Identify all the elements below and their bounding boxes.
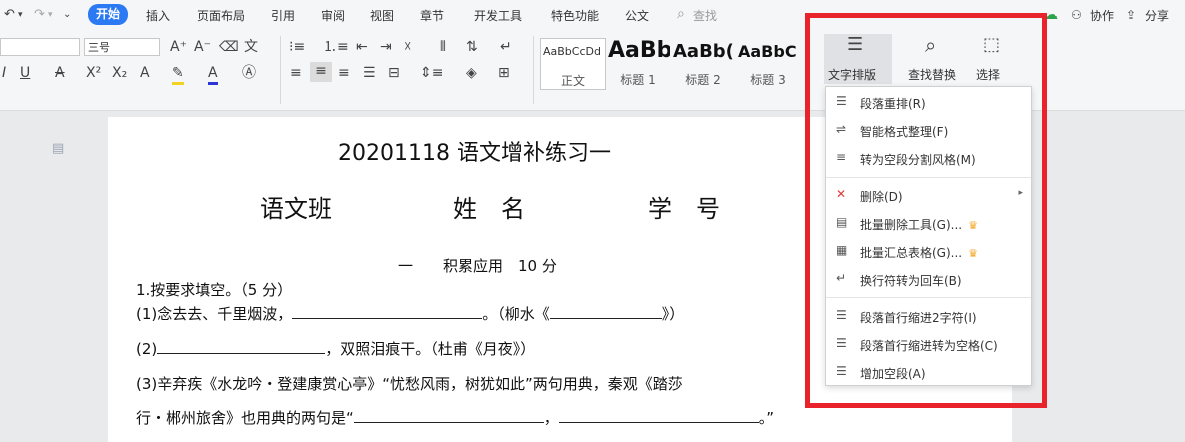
distribute-icon[interactable]: ⊟	[388, 64, 400, 82]
style-heading-3[interactable]: AaBbC 标题 3	[736, 38, 800, 88]
show-marks-icon[interactable]: ↵	[500, 38, 512, 56]
style-name: 标题 3	[750, 73, 786, 87]
name-field: 姓 名	[453, 195, 525, 223]
style-name: 正文	[560, 74, 585, 88]
tab-special-features[interactable]: 特色功能	[551, 7, 599, 24]
student-id-field: 学 号	[648, 195, 720, 223]
question-1-2: (2) ，双照泪痕干。（杜甫《月夜》）	[136, 338, 535, 359]
page-title: 20201118 语文增补练习一	[338, 141, 611, 166]
line-spacing-icon[interactable]: ⇕≡	[420, 64, 443, 82]
strikethrough-icon[interactable]: A	[55, 64, 65, 82]
highlight-color-icon[interactable]: ✎	[172, 64, 184, 85]
shading-icon[interactable]: ◈	[466, 64, 477, 82]
collab-button[interactable]: 协作	[1090, 7, 1114, 24]
undo-dropdown-icon[interactable]: ▾	[18, 6, 23, 24]
answer-blank[interactable]	[353, 421, 544, 423]
subscript-icon[interactable]: X₂	[112, 64, 127, 82]
style-sample: AaBbC	[738, 42, 797, 61]
tab-insert[interactable]: 插入	[146, 7, 170, 24]
more-dropdown-icon[interactable]: ⌄	[63, 6, 71, 24]
increase-indent-icon[interactable]: ⇥	[380, 38, 392, 56]
font-name-select[interactable]	[0, 38, 80, 56]
answer-blank[interactable]	[558, 421, 759, 423]
clear-format-icon[interactable]: ⌫	[219, 38, 239, 56]
tab-developer[interactable]: 开发工具	[474, 7, 522, 24]
char-border-icon[interactable]: Ⓐ	[242, 64, 256, 82]
grow-font-icon[interactable]: A⁺	[170, 38, 187, 56]
tab-chapter[interactable]: 章节	[420, 7, 444, 24]
class-field: 语文班	[260, 195, 332, 223]
tab-review[interactable]: 审阅	[321, 7, 345, 24]
tab-reference[interactable]: 引用	[271, 7, 295, 24]
style-sample: AaBb(	[673, 41, 734, 62]
style-name: 标题 2	[685, 73, 721, 87]
phonetic-guide-icon[interactable]: 文	[244, 38, 258, 56]
share-button[interactable]: 分享	[1145, 7, 1169, 24]
share-icon[interactable]: ⇪	[1126, 6, 1136, 24]
search-input[interactable]: 查找	[693, 7, 717, 24]
justify-icon[interactable]: ☰	[363, 64, 376, 82]
superscript-icon[interactable]: X²	[86, 64, 101, 82]
answer-blank[interactable]	[292, 317, 483, 319]
border-icon[interactable]: ⊞	[498, 64, 510, 82]
style-name: 标题 1	[620, 73, 656, 87]
tab-page-layout[interactable]: 页面布局	[197, 7, 245, 24]
decrease-indent-icon[interactable]: ⇤	[356, 38, 368, 56]
collab-icon[interactable]: ⚇	[1071, 6, 1082, 24]
q1-3-part-d: 。”	[758, 409, 775, 427]
ribbon-separator	[533, 36, 534, 104]
text-effect-icon[interactable]: A	[140, 64, 150, 82]
q1-1-part-b: 。（柳水《	[482, 305, 550, 323]
q1-1-part-a: (1)念去去、千里烟波，	[136, 305, 293, 323]
q1-3-part-c: ，	[543, 409, 559, 427]
align-right-icon[interactable]: ≡	[338, 64, 350, 82]
bullet-list-icon[interactable]: ⁝≡	[289, 38, 305, 56]
q1-2-part-b: ，双照泪痕干。（杜甫《月夜》）	[325, 340, 536, 358]
document-nav-icon[interactable]: ▤	[52, 140, 64, 158]
align-left-icon[interactable]: ≡	[290, 64, 302, 82]
shrink-font-icon[interactable]: A⁻	[194, 38, 211, 56]
q1-1-part-c: 》）	[661, 305, 685, 323]
underline-icon[interactable]: U	[20, 64, 30, 82]
italic-icon[interactable]: I	[2, 64, 6, 82]
style-sample: AaBbCcDd	[543, 45, 601, 58]
font-color-icon[interactable]: A	[208, 64, 218, 85]
style-normal[interactable]: AaBbCcDd 正文	[540, 38, 606, 90]
undo-icon[interactable]: ↶	[4, 6, 15, 24]
question-1-3: (3)辛弃疾《水龙吟・登建康赏心亭》“忧愁风雨，树犹如此”两句用典，秦观《踏莎	[136, 375, 683, 393]
redo-dropdown-icon[interactable]: ▾	[48, 6, 53, 24]
q1-2-part-a: (2)	[136, 340, 158, 358]
question-1-3-continued: 行・郴州旅舍》也用典的两句是“ ， 。”	[136, 407, 774, 428]
section-heading: 一 积累应用 10 分	[398, 257, 557, 275]
align-center-icon[interactable]: ≡	[310, 62, 332, 82]
tab-official-doc[interactable]: 公文	[625, 7, 649, 24]
redo-icon[interactable]: ↷	[34, 6, 45, 24]
style-heading-2[interactable]: AaBb( 标题 2	[671, 38, 735, 88]
annotation-highlight-box	[805, 13, 1047, 408]
tab-view[interactable]: 视图	[370, 7, 394, 24]
search-icon[interactable]: ⌕	[677, 5, 685, 23]
chinese-layout-icon[interactable]: ☓	[404, 38, 411, 56]
text-direction-icon[interactable]: ⫴	[440, 38, 446, 56]
question-1-1: (1)念去去、千里烟波， 。（柳水《 》）	[136, 303, 684, 324]
numbered-list-icon[interactable]: ⒈≡	[323, 38, 349, 56]
answer-blank[interactable]	[157, 352, 326, 354]
answer-blank[interactable]	[549, 317, 662, 319]
ribbon-separator	[280, 36, 281, 104]
question-1: 1.按要求填空。（5 分）	[136, 281, 293, 299]
font-size-select[interactable]: 三号	[84, 38, 160, 56]
style-heading-1[interactable]: AaBb 标题 1	[606, 38, 670, 88]
q1-3-part-b: 行・郴州旅舍》也用典的两句是“	[136, 409, 354, 427]
sort-icon[interactable]: ⇅	[466, 38, 478, 56]
tab-start[interactable]: 开始	[88, 4, 128, 25]
style-sample: AaBb	[608, 38, 670, 63]
